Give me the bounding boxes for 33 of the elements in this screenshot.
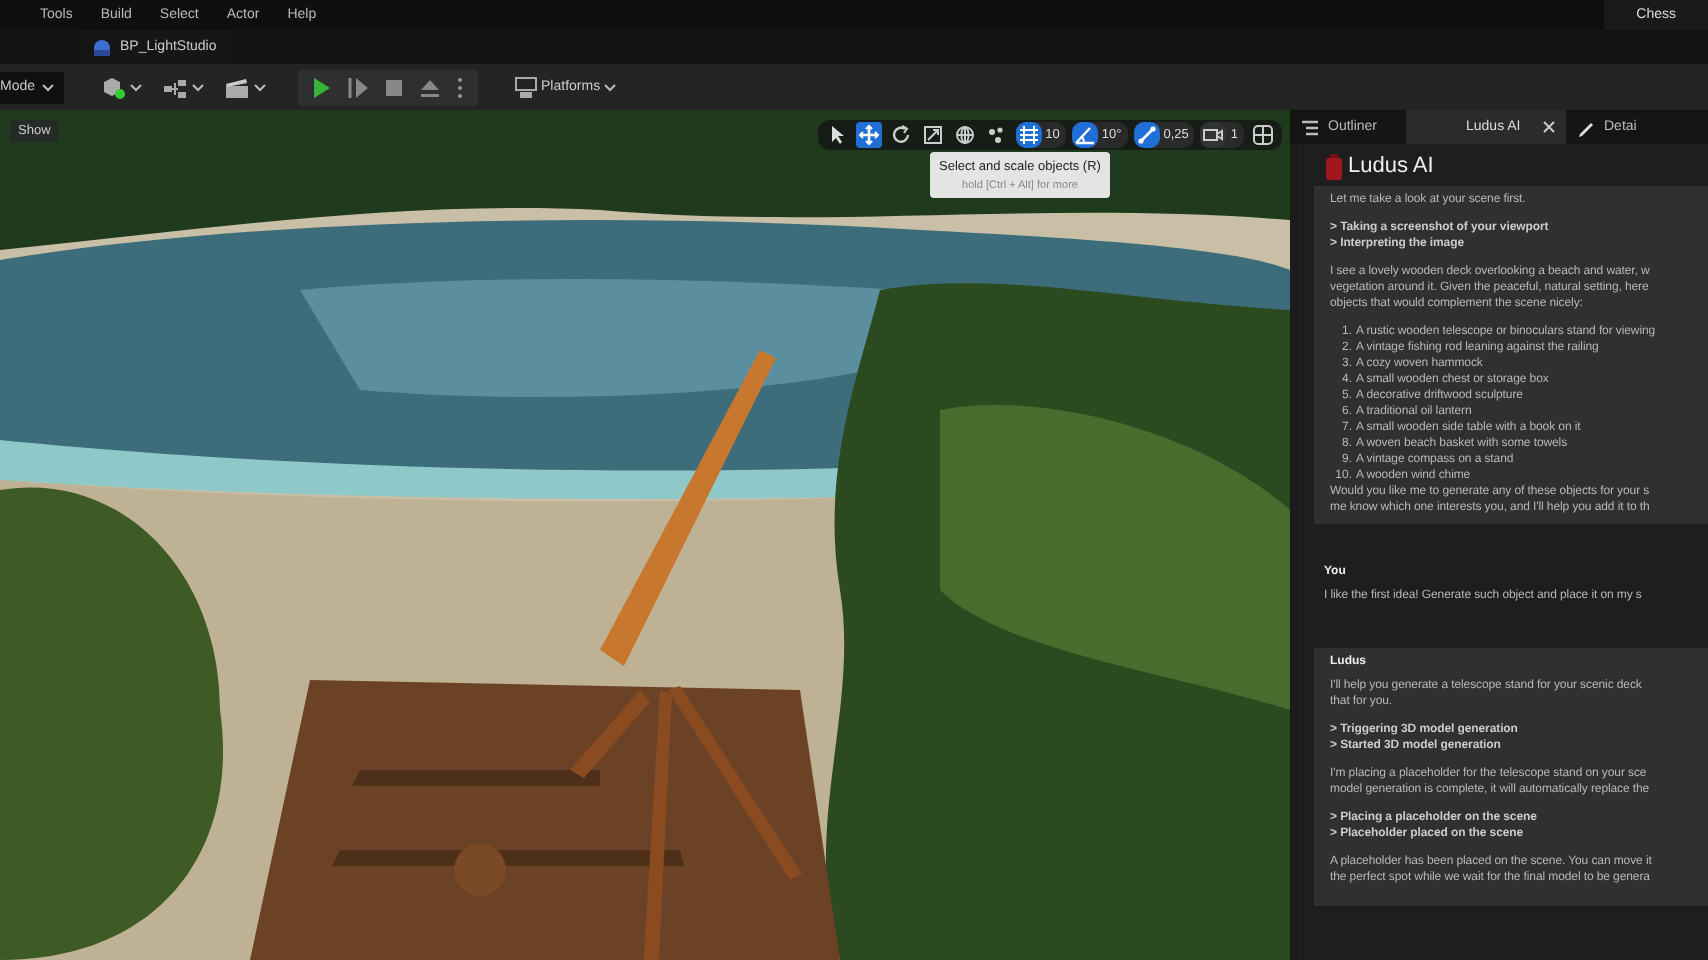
camera-icon [1202, 124, 1225, 146]
step-icon[interactable] [345, 75, 370, 99]
close-icon[interactable] [1542, 120, 1556, 134]
clapperboard-icon [223, 75, 250, 99]
cinematics-button[interactable] [223, 75, 266, 99]
stop-icon[interactable] [381, 75, 406, 99]
add-actor-button[interactable] [99, 75, 142, 99]
pencil-icon [1576, 117, 1596, 137]
snap-surface-icon[interactable] [985, 124, 1008, 146]
move-icon[interactable] [857, 124, 880, 146]
caret-icon [191, 83, 204, 91]
globe-icon[interactable] [953, 124, 976, 146]
eject-icon[interactable] [417, 75, 442, 99]
scale-snap-icon [1135, 124, 1158, 146]
blueprint-button[interactable] [161, 75, 204, 99]
lantern-icon [1324, 154, 1344, 180]
platforms-icon [513, 75, 538, 99]
caret-icon [129, 83, 142, 91]
list-icon [1300, 117, 1320, 137]
play-icon[interactable] [309, 75, 334, 99]
blueprint-icon [92, 37, 112, 57]
scale-icon[interactable] [921, 124, 944, 146]
caret-icon [604, 83, 617, 91]
angle-icon [1073, 124, 1096, 146]
grid-icon [1017, 124, 1040, 146]
rotate-icon[interactable] [889, 124, 912, 146]
cube-plus-icon [99, 75, 126, 99]
caret-icon [253, 83, 266, 91]
more-options-icon[interactable] [453, 75, 466, 99]
nodes-icon [161, 75, 188, 99]
layout-icon[interactable] [1252, 124, 1274, 146]
caret-icon [41, 83, 54, 91]
chat-title: Ludus AI [1348, 154, 1434, 180]
